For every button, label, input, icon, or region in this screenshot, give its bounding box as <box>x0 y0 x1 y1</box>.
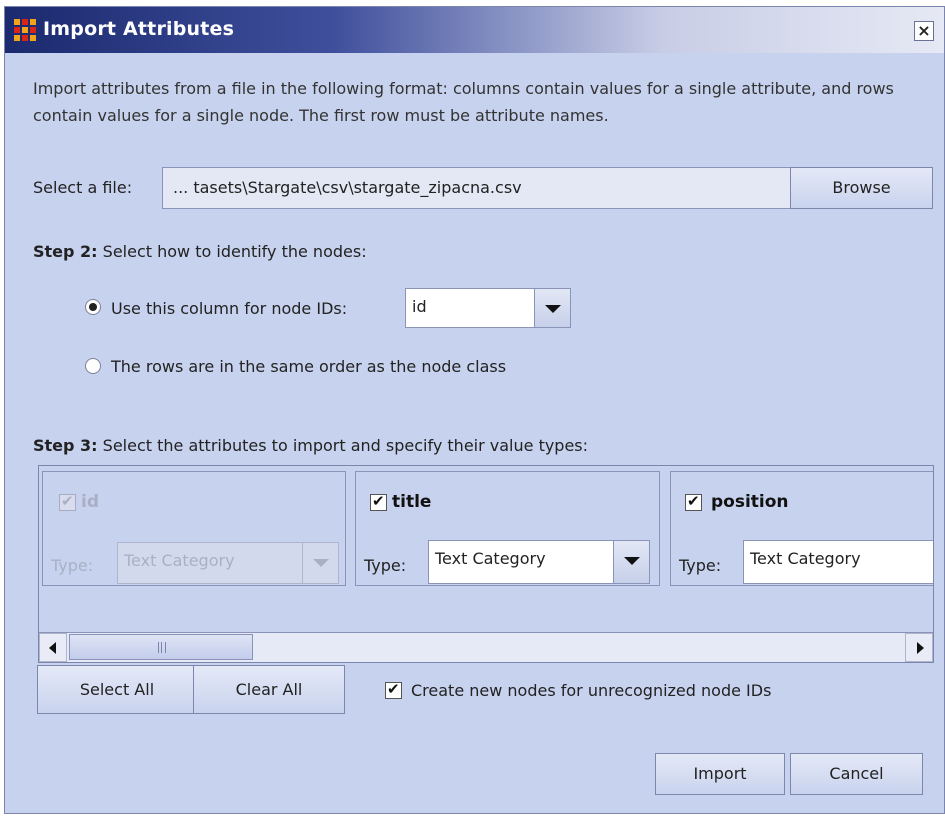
chevron-down-icon <box>613 541 649 583</box>
attribute-title-checkbox[interactable] <box>370 492 387 511</box>
title-bar[interactable]: Import Attributes × <box>5 7 944 53</box>
attribute-position-type-dropdown[interactable]: Text Category <box>743 540 933 584</box>
attribute-id-type-dropdown[interactable]: Text Category <box>117 542 339 584</box>
attribute-card-position: position Type: Text Category <box>670 471 933 586</box>
create-new-nodes-checkbox[interactable] <box>385 680 402 699</box>
attribute-position-type-label: Type: <box>679 556 722 575</box>
attribute-id-checkbox[interactable] <box>59 492 76 511</box>
scrollbar-thumb[interactable] <box>69 634 253 660</box>
node-id-column-value: id <box>412 297 427 316</box>
attribute-position-type-value: Text Category <box>750 549 861 568</box>
dialog-title: Import Attributes <box>43 18 235 40</box>
step2-heading-text: Select how to identify the nodes: <box>102 242 367 261</box>
attribute-card-title: title Type: Text Category <box>355 471 660 586</box>
select-all-label: Select All <box>79 680 155 699</box>
attribute-title-type-value: Text Category <box>435 549 546 568</box>
cancel-button[interactable]: Cancel <box>790 753 923 795</box>
radio-use-column[interactable] <box>85 299 101 315</box>
clear-all-button[interactable]: Clear All <box>193 665 345 714</box>
radio-use-column-label[interactable]: Use this column for node IDs: <box>111 299 347 318</box>
file-path-field[interactable]: ... tasets\Stargate\csv\stargate_zipacna… <box>162 167 792 209</box>
attribute-title-type-dropdown[interactable]: Text Category <box>428 540 650 584</box>
create-new-nodes-label[interactable]: Create new nodes for unrecognized node I… <box>411 681 771 700</box>
select-file-label: Select a file: <box>33 178 133 197</box>
step3-heading-bold: Step 3: <box>33 436 98 455</box>
attribute-id-name: id <box>81 492 99 512</box>
import-button[interactable]: Import <box>655 753 785 795</box>
import-attributes-dialog: Import Attributes × Import attributes fr… <box>4 6 945 814</box>
scroll-right-arrow-icon[interactable] <box>905 633 933 662</box>
node-id-column-dropdown[interactable]: id <box>405 288 571 328</box>
step2-heading: Step 2: Select how to identify the nodes… <box>33 242 367 261</box>
attribute-id-type-label: Type: <box>51 556 94 575</box>
app-logo-icon <box>14 19 36 41</box>
scroll-left-arrow-icon[interactable] <box>39 633 67 662</box>
step2-heading-bold: Step 2: <box>33 242 98 261</box>
radio-same-order[interactable] <box>85 358 101 374</box>
attribute-title-type-label: Type: <box>364 556 407 575</box>
step3-heading: Step 3: Select the attributes to import … <box>33 436 588 455</box>
description-text: Import attributes from a file in the fol… <box>33 79 894 125</box>
attributes-panel: id Type: Text Category title Type: Text … <box>38 465 934 663</box>
cancel-button-label: Cancel <box>829 764 884 783</box>
chevron-down-icon <box>302 543 338 583</box>
select-all-button[interactable]: Select All <box>37 665 197 714</box>
chevron-down-icon <box>534 289 570 327</box>
attribute-card-id: id Type: Text Category <box>42 471 346 586</box>
close-button[interactable]: × <box>914 21 934 41</box>
attribute-position-checkbox[interactable] <box>685 492 702 511</box>
import-button-label: Import <box>693 764 747 783</box>
attribute-position-name: position <box>711 492 789 512</box>
browse-button-label: Browse <box>832 178 891 197</box>
grip-icon <box>158 642 166 653</box>
step3-heading-text: Select the attributes to import and spec… <box>102 436 589 455</box>
attribute-id-type-value: Text Category <box>124 551 235 570</box>
radio-same-order-label[interactable]: The rows are in the same order as the no… <box>111 357 506 376</box>
attribute-title-name: title <box>392 492 432 512</box>
clear-all-label: Clear All <box>235 680 303 699</box>
browse-button[interactable]: Browse <box>790 167 933 209</box>
close-icon: × <box>917 21 931 40</box>
horizontal-scrollbar[interactable] <box>39 632 933 662</box>
